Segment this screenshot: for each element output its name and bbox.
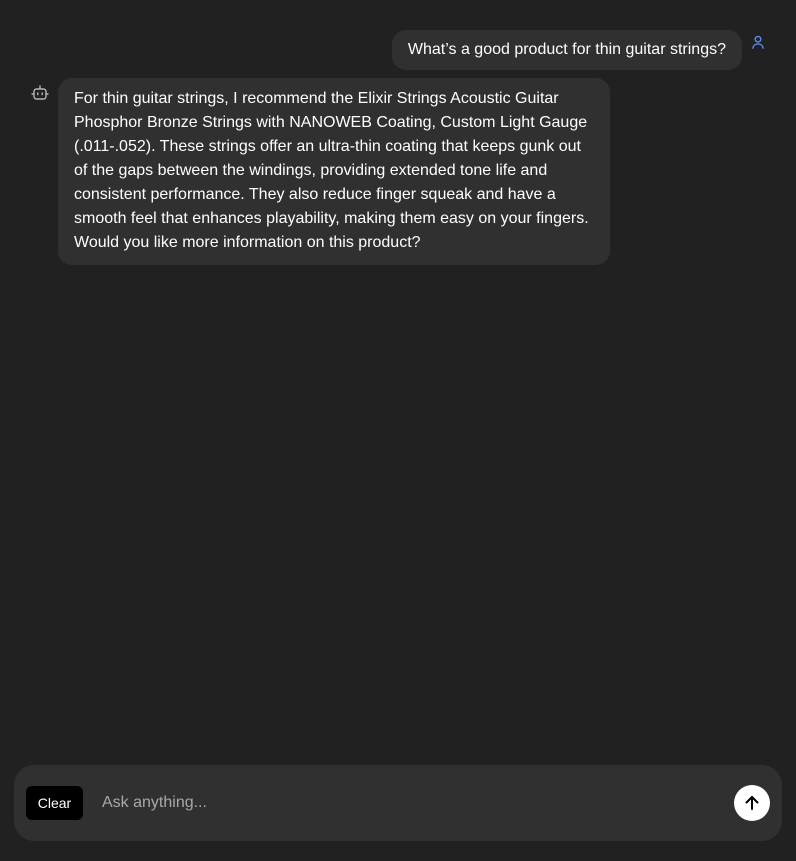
arrow-up-icon [745,796,759,810]
message-composer: Clear [14,765,782,841]
user-message-row: What’s a good product for thin guitar st… [0,30,796,70]
bot-icon [31,85,49,100]
user-message-bubble: What’s a good product for thin guitar st… [391,30,742,70]
ask-input[interactable] [102,787,712,819]
chat-app: What’s a good product for thin guitar st… [0,0,796,861]
bot-message-bubble: For thin guitar strings, I recommend the… [58,78,610,265]
user-icon [752,35,764,49]
clear-button[interactable]: Clear [26,786,83,820]
send-button[interactable] [734,785,770,821]
